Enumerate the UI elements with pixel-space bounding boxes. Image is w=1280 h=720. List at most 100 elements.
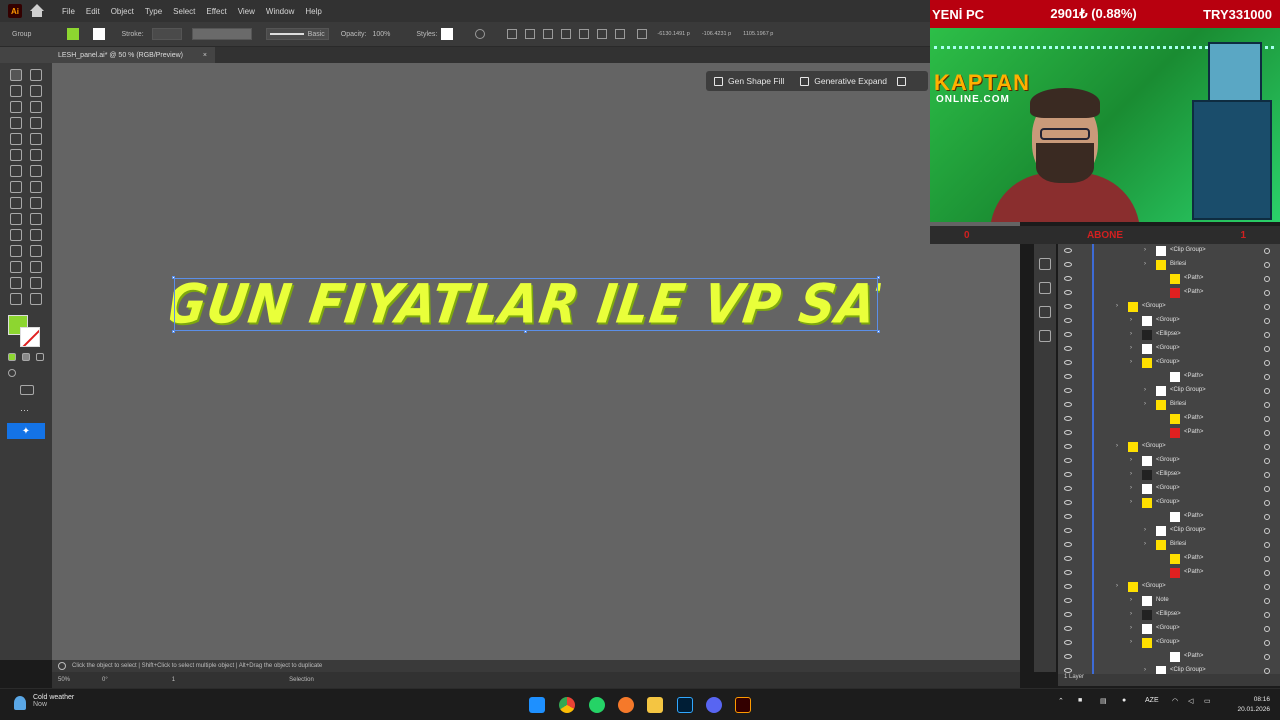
variable-width-profile[interactable] <box>191 28 252 40</box>
slice-tool-icon[interactable] <box>10 277 22 289</box>
system-clock[interactable]: 08:16 20.01.2026 <box>1237 695 1270 715</box>
target-circle-icon[interactable] <box>1264 514 1270 520</box>
expand-chevron-icon[interactable]: › <box>1130 359 1132 365</box>
artboard-tool-icon[interactable] <box>30 261 42 273</box>
layers-panel-icon[interactable] <box>1039 306 1051 318</box>
line-tool-icon[interactable] <box>30 117 42 129</box>
visibility-eye-icon[interactable] <box>1064 318 1072 323</box>
type-tool-icon[interactable] <box>10 117 22 129</box>
close-tab-icon[interactable]: × <box>203 52 207 59</box>
artboard-canvas[interactable] <box>52 63 1020 660</box>
target-circle-icon[interactable] <box>1264 486 1270 492</box>
fill-color-swatch[interactable] <box>67 28 80 40</box>
layer-row[interactable]: › <Group> <box>1058 440 1280 454</box>
target-circle-icon[interactable] <box>1264 528 1270 534</box>
expand-chevron-icon[interactable]: › <box>1130 625 1132 631</box>
gradient-tool-icon[interactable] <box>30 213 42 225</box>
layer-row[interactable]: › <Group> <box>1058 496 1280 510</box>
mesh-tool-icon[interactable] <box>10 229 22 241</box>
visibility-eye-icon[interactable] <box>1064 388 1072 393</box>
align-center-icon[interactable] <box>543 29 554 39</box>
visibility-eye-icon[interactable] <box>1064 556 1072 561</box>
expand-chevron-icon[interactable]: › <box>1130 597 1132 603</box>
whatsapp-icon[interactable] <box>589 697 605 713</box>
blend-tool-icon[interactable] <box>10 245 22 257</box>
layer-row[interactable]: <Path> <box>1058 272 1280 286</box>
visibility-eye-icon[interactable] <box>1064 486 1072 491</box>
target-circle-icon[interactable] <box>1264 276 1270 282</box>
discord-icon[interactable] <box>706 697 722 713</box>
target-circle-icon[interactable] <box>1264 416 1270 422</box>
chrome-icon[interactable] <box>559 697 575 713</box>
recolor-artwork-icon[interactable] <box>475 29 486 39</box>
wifi-icon[interactable]: ◠ <box>1172 697 1178 705</box>
menu-effect[interactable]: Effect <box>206 7 226 16</box>
target-circle-icon[interactable] <box>1264 346 1270 352</box>
target-circle-icon[interactable] <box>1264 612 1270 618</box>
stroke-swatch[interactable] <box>20 327 40 347</box>
layer-row[interactable]: › <Group> <box>1058 342 1280 356</box>
selection-tool-icon[interactable] <box>10 69 22 81</box>
target-circle-icon[interactable] <box>1264 458 1270 464</box>
align-right-icon[interactable] <box>561 29 572 39</box>
layer-row[interactable]: › <Clip Group> <box>1058 384 1280 398</box>
layer-row[interactable]: › <Clip Group> <box>1058 244 1280 258</box>
align-top-icon[interactable] <box>579 29 590 39</box>
graphic-style-swatch[interactable] <box>441 28 454 40</box>
align-left-icon[interactable] <box>525 29 536 39</box>
target-circle-icon[interactable] <box>1264 360 1270 366</box>
rotation-value[interactable]: 0° <box>102 677 108 683</box>
stroke-weight-field[interactable] <box>151 28 182 40</box>
hand-tool-icon[interactable] <box>30 277 42 289</box>
target-circle-icon[interactable] <box>1264 500 1270 506</box>
target-circle-icon[interactable] <box>1264 402 1270 408</box>
resize-handle[interactable] <box>877 330 880 333</box>
lasso-tool-icon[interactable] <box>30 85 42 97</box>
visibility-eye-icon[interactable] <box>1064 528 1072 533</box>
expand-chevron-icon[interactable]: › <box>1144 387 1146 393</box>
contextual-task-bar-icon[interactable]: ✦ <box>7 423 45 439</box>
expand-chevron-icon[interactable]: › <box>1130 317 1132 323</box>
menu-window[interactable]: Window <box>266 7 294 16</box>
target-circle-icon[interactable] <box>1264 430 1270 436</box>
eyedropper-tool-icon[interactable] <box>30 229 42 241</box>
visibility-eye-icon[interactable] <box>1064 584 1072 589</box>
layer-row[interactable]: › Note <box>1058 594 1280 608</box>
target-circle-icon[interactable] <box>1264 374 1270 380</box>
color-mode-icon[interactable] <box>8 353 16 361</box>
volume-icon[interactable]: ◁ <box>1188 697 1193 705</box>
transform-reference-icon[interactable] <box>637 29 648 39</box>
zoom-level[interactable]: 50% <box>58 677 70 683</box>
paintbrush-tool-icon[interactable] <box>30 133 42 145</box>
current-tool-label[interactable]: Selection <box>289 677 314 683</box>
free-transform-tool-icon[interactable] <box>30 181 42 193</box>
target-circle-icon[interactable] <box>1264 472 1270 478</box>
expand-chevron-icon[interactable]: › <box>1144 527 1146 533</box>
target-circle-icon[interactable] <box>1264 654 1270 660</box>
target-circle-icon[interactable] <box>1264 290 1270 296</box>
expand-chevron-icon[interactable]: › <box>1130 457 1132 463</box>
microphone-icon[interactable]: ● <box>1122 697 1126 704</box>
shaper-tool-icon[interactable] <box>10 149 22 161</box>
target-circle-icon[interactable] <box>1264 556 1270 562</box>
none-mode-icon[interactable] <box>36 353 44 361</box>
resize-handle[interactable] <box>877 276 880 279</box>
visibility-eye-icon[interactable] <box>1064 290 1072 295</box>
layer-row[interactable]: › <Group> <box>1058 454 1280 468</box>
expand-chevron-icon[interactable]: › <box>1144 541 1146 547</box>
expand-chevron-icon[interactable]: › <box>1144 247 1146 253</box>
visibility-eye-icon[interactable] <box>1064 472 1072 477</box>
generative-expand-button[interactable]: Generative Expand <box>792 71 895 91</box>
screen-mode-icon[interactable] <box>20 385 34 395</box>
align-bottom-icon[interactable] <box>615 29 626 39</box>
tray-app-icon[interactable]: ▤ <box>1100 697 1107 705</box>
brush-definition-dropdown[interactable]: Basic <box>265 28 329 40</box>
scale-tool-icon[interactable] <box>30 165 42 177</box>
visibility-eye-icon[interactable] <box>1064 570 1072 575</box>
visibility-eye-icon[interactable] <box>1064 612 1072 617</box>
photoshop-icon[interactable] <box>677 697 693 713</box>
visibility-eye-icon[interactable] <box>1064 374 1072 379</box>
blender-icon[interactable] <box>618 697 634 713</box>
rotate-tool-icon[interactable] <box>10 165 22 177</box>
align-to-icon[interactable] <box>507 29 518 39</box>
